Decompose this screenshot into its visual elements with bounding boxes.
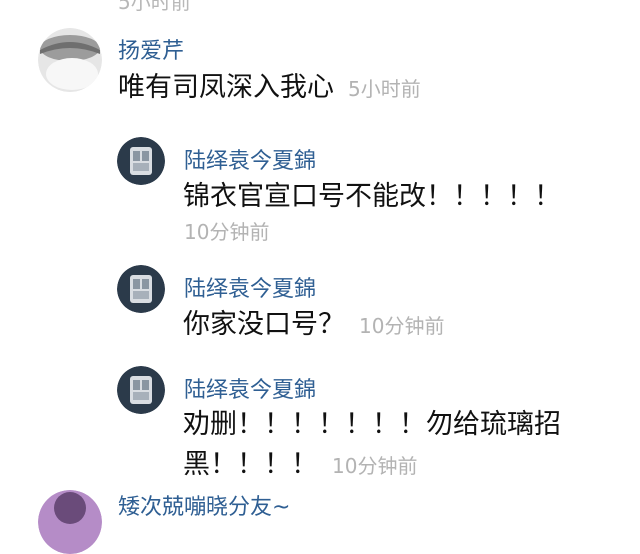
previous-comment-time: 5小时前 [118,0,191,14]
comment-text-content: 唯有司凤深入我心 [118,72,334,103]
reply-text: 劝删！！！！！！！勿给琉璃招 黑！！！！ 10分钟前 [183,405,603,486]
comment-username[interactable]: 扬爱芹 [118,33,184,65]
reply-username[interactable]: 陆绎袁今夏錦 [184,143,316,175]
reply-username[interactable]: 陆绎袁今夏錦 [184,372,316,404]
avatar[interactable] [117,366,165,414]
reply-text-line2-content: 黑！！！！ [183,449,318,480]
reply-time: 10分钟前 [184,220,270,244]
next-comment-username[interactable]: 矮次兢嘣晓分友~ [118,489,290,521]
avatar[interactable] [38,28,102,92]
reply-text-line1: 劝删！！！！！！！勿给琉璃招 [183,409,561,440]
reply-time: 10分钟前 [359,314,445,338]
reply-time: 10分钟前 [332,454,418,478]
reply-text-content: 你家没口号？ [183,309,345,340]
comment-text: 唯有司凤深入我心 5小时前 [118,68,421,109]
comment-time: 5小时前 [348,77,421,101]
avatar[interactable] [117,137,165,185]
avatar[interactable] [38,490,102,554]
reply-text: 你家没口号？ 10分钟前 [183,305,444,346]
reply-text-line2: 黑！！！！ 10分钟前 [183,445,603,486]
reply-username[interactable]: 陆绎袁今夏錦 [184,271,316,303]
avatar[interactable] [117,265,165,313]
reply-text: 锦衣官宣口号不能改！！！！！ [183,181,561,212]
